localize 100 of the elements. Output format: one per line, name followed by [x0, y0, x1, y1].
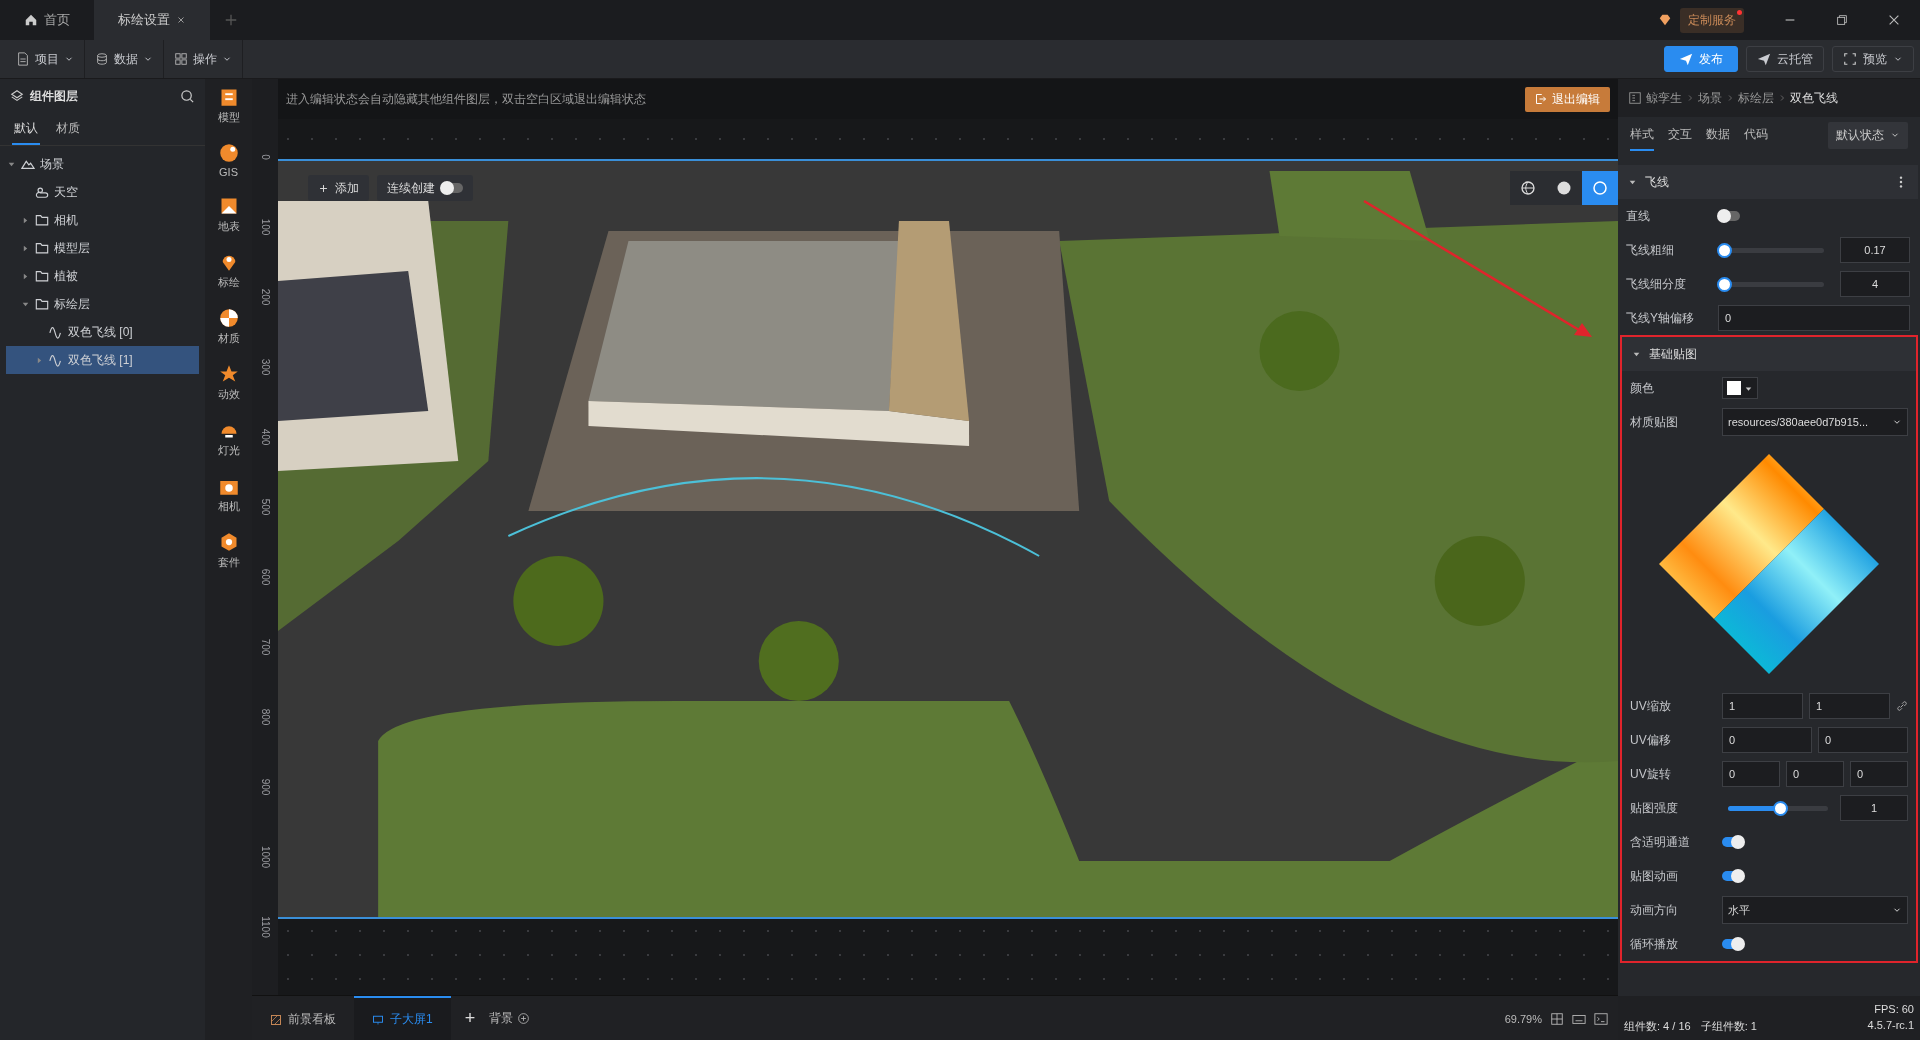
dropdown[interactable]: resources/380aee0d7b915...	[1722, 408, 1908, 436]
background-label[interactable]: 背景	[489, 1010, 514, 1027]
wave-icon	[49, 325, 63, 339]
service-button[interactable]: 定制服务	[1680, 7, 1744, 33]
input-field[interactable]: 0	[1818, 727, 1908, 753]
number-field[interactable]: 0.17	[1840, 237, 1910, 263]
breadcrumb-item[interactable]: 标绘层	[1738, 89, 1774, 107]
tab[interactable]: 材质	[54, 113, 82, 145]
home-icon	[24, 13, 38, 27]
toggle-switch[interactable]	[1722, 837, 1744, 847]
section-header[interactable]: 基础贴图	[1622, 337, 1916, 371]
notification-dot	[1737, 9, 1742, 15]
ruler-label: 800	[259, 708, 271, 726]
toggle-switch[interactable]	[1718, 211, 1740, 221]
database-icon	[95, 52, 109, 66]
number-field[interactable]: 1	[1840, 795, 1908, 821]
file-icon	[16, 52, 30, 66]
circle-icon	[1556, 180, 1572, 196]
input-field[interactable]: 0	[1718, 305, 1910, 331]
tree-item[interactable]: 双色飞线 [1]	[6, 346, 199, 374]
search-button[interactable]	[180, 88, 195, 104]
toolbar-button[interactable]: 云托管	[1746, 46, 1824, 72]
ruler-label: 500	[259, 498, 271, 516]
toggle-switch[interactable]	[1722, 871, 1744, 881]
add-button[interactable]: 添加	[308, 175, 369, 201]
doc-icon	[1628, 91, 1642, 105]
tree-item[interactable]: 植被	[6, 262, 199, 290]
dropdown[interactable]: 水平	[1722, 896, 1908, 924]
globe-icon	[1520, 180, 1536, 196]
add-tab-icon	[224, 13, 238, 27]
tool-button[interactable]: 套件	[217, 532, 240, 570]
toolbar-button[interactable]: 预览	[1832, 46, 1914, 72]
tree-item[interactable]: 相机	[6, 206, 199, 234]
fit-icon	[1550, 1011, 1564, 1026]
breadcrumb-item: 双色飞线	[1790, 89, 1838, 107]
ruler-label: 1000	[259, 845, 271, 869]
folder-icon	[35, 297, 49, 311]
tab[interactable]: 子大屏1	[354, 996, 451, 1040]
input-field[interactable]: 0	[1722, 727, 1812, 753]
tool-button[interactable]: 地表	[217, 196, 240, 234]
tab[interactable]: 标绘设置	[94, 0, 210, 40]
tool-button[interactable]: 动效	[217, 364, 240, 402]
zoom-level: 69.79%	[1504, 1012, 1542, 1025]
link-icon	[1896, 700, 1908, 712]
tab[interactable]: 首页	[0, 0, 94, 40]
folder-icon	[35, 269, 49, 283]
field-label: 直线	[1626, 207, 1651, 225]
add-button[interactable]: +	[450, 996, 490, 1040]
color-picker[interactable]	[1722, 377, 1758, 399]
input-field[interactable]: 0	[1722, 761, 1780, 787]
tool-button[interactable]: 灯光	[217, 420, 240, 458]
diamond-icon	[1658, 13, 1672, 27]
section-header[interactable]: 飞线	[1618, 165, 1918, 199]
tree-item[interactable]: 场景	[6, 150, 199, 178]
tool-button[interactable]: 材质	[217, 308, 240, 346]
tab[interactable]: 样式	[1630, 119, 1654, 151]
terminal-icon	[1594, 1011, 1608, 1026]
tab[interactable]: 交互	[1668, 119, 1692, 151]
tool-button[interactable]: 模型	[217, 87, 240, 125]
tree-item[interactable]: 标绘层	[6, 290, 199, 318]
state-dropdown[interactable]: 默认状态	[1828, 121, 1908, 149]
tab[interactable]: 前景看板	[252, 996, 354, 1040]
tree-item[interactable]: 双色飞线 [0]	[6, 318, 199, 346]
field-label: UV缩放	[1630, 697, 1672, 715]
sphere-icon	[218, 308, 239, 328]
field-label: UV旋转	[1630, 765, 1672, 783]
menu-button[interactable]: 数据	[85, 40, 164, 78]
input-field[interactable]: 1	[1809, 693, 1890, 719]
ruler-label: 100	[259, 218, 271, 236]
tab[interactable]: 默认	[12, 113, 40, 145]
input-field[interactable]: 1	[1722, 693, 1803, 719]
field-label: 颜色	[1630, 379, 1655, 397]
tool-button[interactable]: 相机	[217, 476, 240, 514]
tab[interactable]: 数据	[1706, 119, 1730, 151]
toggle-switch[interactable]	[1722, 939, 1744, 949]
continuous-create-toggle[interactable]: 连续创建	[377, 175, 473, 201]
tree-item[interactable]: 模型层	[6, 234, 199, 262]
menu-button[interactable]: 操作	[164, 40, 243, 78]
exit-icon	[1535, 93, 1547, 105]
tab[interactable]: 代码	[1744, 119, 1768, 151]
menu-button[interactable]: 项目	[6, 40, 85, 78]
breadcrumb-item[interactable]: 场景	[1698, 89, 1722, 107]
grid-icon	[174, 52, 188, 66]
folder-icon	[35, 213, 49, 227]
input-field[interactable]: 0	[1850, 761, 1908, 787]
count-text: 组件数: 4 / 16	[1624, 1019, 1691, 1034]
ruler-label: 300	[259, 358, 271, 376]
field-label: 贴图强度	[1630, 799, 1679, 817]
screen-icon	[372, 1013, 384, 1026]
tree-item[interactable]: 天空	[6, 178, 199, 206]
breadcrumb-item[interactable]: 鲸孪生	[1646, 89, 1682, 107]
tool-button[interactable]: 标绘	[217, 252, 240, 290]
close-icon	[1887, 13, 1901, 27]
send-icon	[1679, 52, 1693, 66]
input-field[interactable]: 0	[1786, 761, 1844, 787]
restore-icon	[1835, 13, 1849, 27]
number-field[interactable]: 4	[1840, 271, 1910, 297]
tool-button[interactable]: GIS	[218, 143, 239, 178]
add-circle-icon	[517, 1012, 531, 1025]
ruler-label: 200	[259, 288, 271, 306]
